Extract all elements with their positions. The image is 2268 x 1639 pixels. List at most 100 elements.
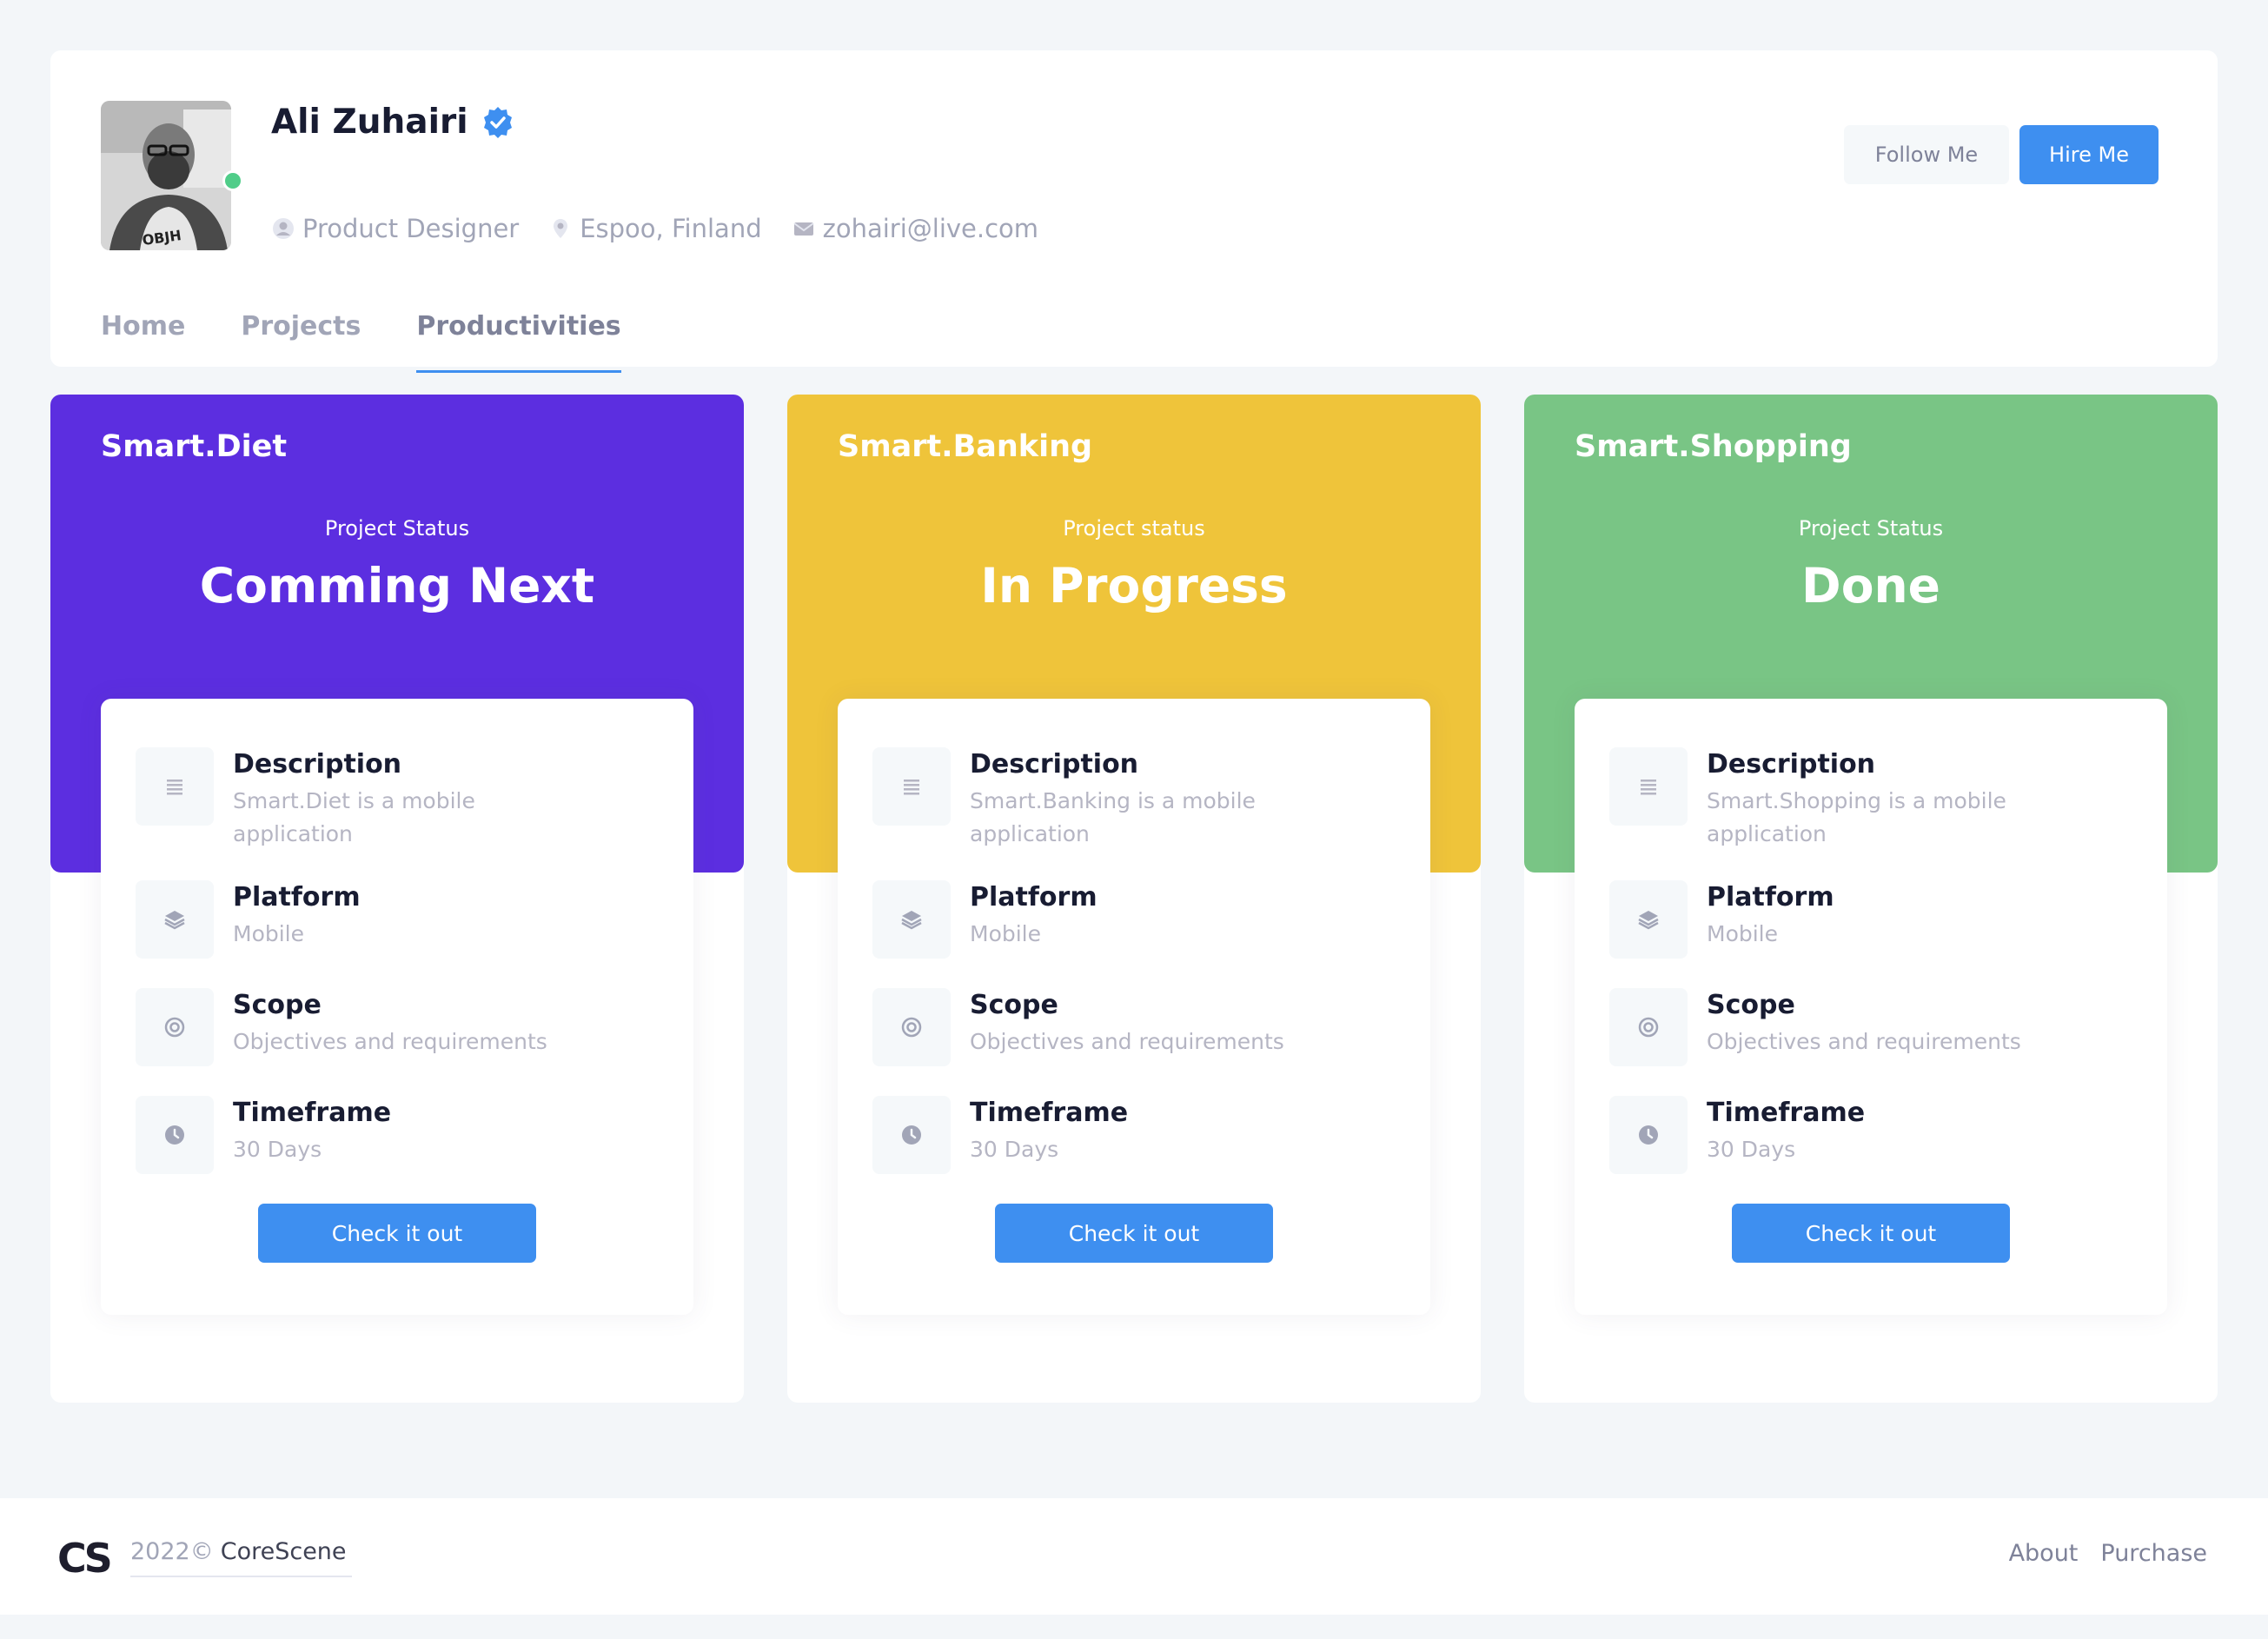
project-detail-row: Timeframe 30 Days: [1609, 1096, 2132, 1174]
project-detail-title: Platform: [233, 882, 361, 912]
clock-icon: [136, 1096, 214, 1174]
project-detail-value: Objectives and requirements: [970, 1029, 1284, 1054]
project-card: Smart.Shopping Project Status Done Descr…: [1524, 395, 2218, 1403]
footer: CS 2022© CoreScene About Purchase: [0, 1498, 2268, 1615]
follow-me-button[interactable]: Follow Me: [1844, 125, 2009, 184]
project-details-list: Description Smart.Shopping is a mobile ap…: [1609, 747, 2132, 1174]
project-status-label: Project Status: [1798, 516, 1944, 541]
project-detail-row: Description Smart.Shopping is a mobile ap…: [1609, 747, 2132, 851]
copyright-year: 2022©: [130, 1538, 214, 1565]
project-details-card: Description Smart.Diet is a mobile applic…: [101, 699, 693, 1315]
tab-productivities[interactable]: Productivities: [416, 311, 621, 373]
project-detail-value: Objectives and requirements: [1707, 1029, 2021, 1054]
location-text: Espoo, Finland: [580, 214, 762, 243]
footer-link-about[interactable]: About: [2009, 1540, 2079, 1567]
check-it-out-button[interactable]: Check it out: [258, 1204, 536, 1263]
project-detail-title: Description: [233, 749, 402, 780]
profile-name[interactable]: Ali Zuhairi: [271, 103, 468, 142]
list-icon: [872, 747, 951, 826]
profile-meta: Product Designer Espoo, Finland zohairi@…: [271, 214, 1038, 243]
clock-icon: [872, 1096, 951, 1174]
project-status-value: Done: [1801, 558, 1940, 614]
target-icon: [1609, 988, 1688, 1066]
footer-copyright: 2022© CoreScene: [130, 1538, 352, 1577]
project-title[interactable]: Smart.Banking: [838, 429, 1092, 464]
project-detail-text: Scope Objectives and requirements: [233, 988, 547, 1058]
avatar-container: OBJH: [101, 101, 243, 250]
project-detail-text: Description Smart.Banking is a mobile app…: [970, 747, 1335, 851]
layers-icon: [1609, 880, 1688, 959]
layers-icon: [872, 880, 951, 959]
project-detail-value: Smart.Diet is a mobile application: [233, 788, 475, 846]
project-detail-row: Scope Objectives and requirements: [1609, 988, 2132, 1066]
project-detail-text: Platform Mobile: [970, 880, 1098, 951]
project-detail-text: Timeframe 30 Days: [1707, 1096, 1865, 1166]
verified-badge-icon: [483, 106, 512, 138]
check-it-out-button[interactable]: Check it out: [995, 1204, 1273, 1263]
list-icon: [1609, 747, 1688, 826]
project-status-value: In Progress: [980, 558, 1288, 614]
project-detail-value: 30 Days: [233, 1137, 322, 1162]
project-card: Smart.Diet Project Status Comming Next D…: [50, 395, 744, 1403]
envelope-icon: [793, 222, 814, 236]
project-detail-text: Scope Objectives and requirements: [1707, 988, 2021, 1058]
project-detail-row: Platform Mobile: [1609, 880, 2132, 959]
target-icon: [136, 988, 214, 1066]
hire-me-button[interactable]: Hire Me: [2019, 125, 2159, 184]
project-detail-text: Scope Objectives and requirements: [970, 988, 1284, 1058]
project-detail-title: Description: [970, 749, 1139, 780]
check-it-out-button[interactable]: Check it out: [1732, 1204, 2010, 1263]
name-row: Ali Zuhairi: [271, 103, 515, 142]
project-detail-text: Platform Mobile: [233, 880, 361, 951]
project-detail-text: Description Smart.Shopping is a mobile ap…: [1707, 747, 2072, 851]
project-detail-value: Mobile: [233, 921, 305, 946]
footer-links: About Purchase: [2009, 1540, 2207, 1567]
tab-home[interactable]: Home: [101, 311, 185, 373]
project-detail-title: Scope: [970, 990, 1058, 1020]
project-title[interactable]: Smart.Diet: [101, 429, 287, 464]
clock-icon: [1609, 1096, 1688, 1174]
location-pin-icon: [554, 219, 568, 238]
project-card: Smart.Banking Project status In Progress…: [787, 395, 1481, 1403]
project-status-label: Project status: [1063, 516, 1205, 541]
project-detail-title: Timeframe: [233, 1098, 392, 1128]
profile-card: OBJH Ali Zuhairi Product Designer Espoo,: [50, 50, 2218, 373]
target-icon: [872, 988, 951, 1066]
role-text: Product Designer: [302, 214, 520, 243]
footer-brand-link[interactable]: CoreScene: [221, 1538, 347, 1565]
project-detail-text: Timeframe 30 Days: [970, 1096, 1128, 1166]
project-detail-row: Platform Mobile: [872, 880, 1396, 959]
user-circle-icon: [273, 218, 294, 239]
project-detail-row: Scope Objectives and requirements: [872, 988, 1396, 1066]
project-status-label: Project Status: [324, 516, 470, 541]
footer-link-purchase[interactable]: Purchase: [2100, 1540, 2207, 1567]
list-icon: [136, 747, 214, 826]
role-link[interactable]: Product Designer: [271, 214, 519, 243]
project-detail-value: Mobile: [970, 921, 1042, 946]
project-detail-value: 30 Days: [1707, 1137, 1796, 1162]
project-detail-value: Mobile: [1707, 921, 1779, 946]
project-details-list: Description Smart.Diet is a mobile applic…: [136, 747, 659, 1174]
project-title[interactable]: Smart.Shopping: [1575, 429, 1852, 464]
email-link[interactable]: zohairi@live.com: [792, 214, 1038, 243]
profile-tabs: Home Projects Productivities: [101, 311, 677, 373]
corescene-logo[interactable]: CS: [57, 1535, 113, 1582]
avatar[interactable]: OBJH: [101, 101, 231, 250]
project-detail-title: Scope: [1707, 990, 1795, 1020]
layers-icon: [136, 880, 214, 959]
tab-projects[interactable]: Projects: [241, 311, 361, 373]
project-detail-text: Timeframe 30 Days: [233, 1096, 391, 1166]
project-detail-row: Description Smart.Banking is a mobile app…: [872, 747, 1396, 851]
project-details-card: Description Smart.Banking is a mobile app…: [838, 699, 1430, 1315]
project-detail-title: Scope: [233, 990, 322, 1020]
project-detail-text: Platform Mobile: [1707, 880, 1834, 951]
project-detail-value: 30 Days: [970, 1137, 1059, 1162]
project-detail-row: Scope Objectives and requirements: [136, 988, 659, 1066]
project-detail-row: Timeframe 30 Days: [872, 1096, 1396, 1174]
project-status-value: Comming Next: [199, 558, 595, 614]
project-detail-value: Smart.Banking is a mobile application: [970, 788, 1256, 846]
project-detail-value: Smart.Shopping is a mobile application: [1707, 788, 2006, 846]
project-detail-row: Timeframe 30 Days: [136, 1096, 659, 1174]
location-link[interactable]: Espoo, Finland: [548, 214, 762, 243]
project-detail-title: Platform: [1707, 882, 1834, 912]
